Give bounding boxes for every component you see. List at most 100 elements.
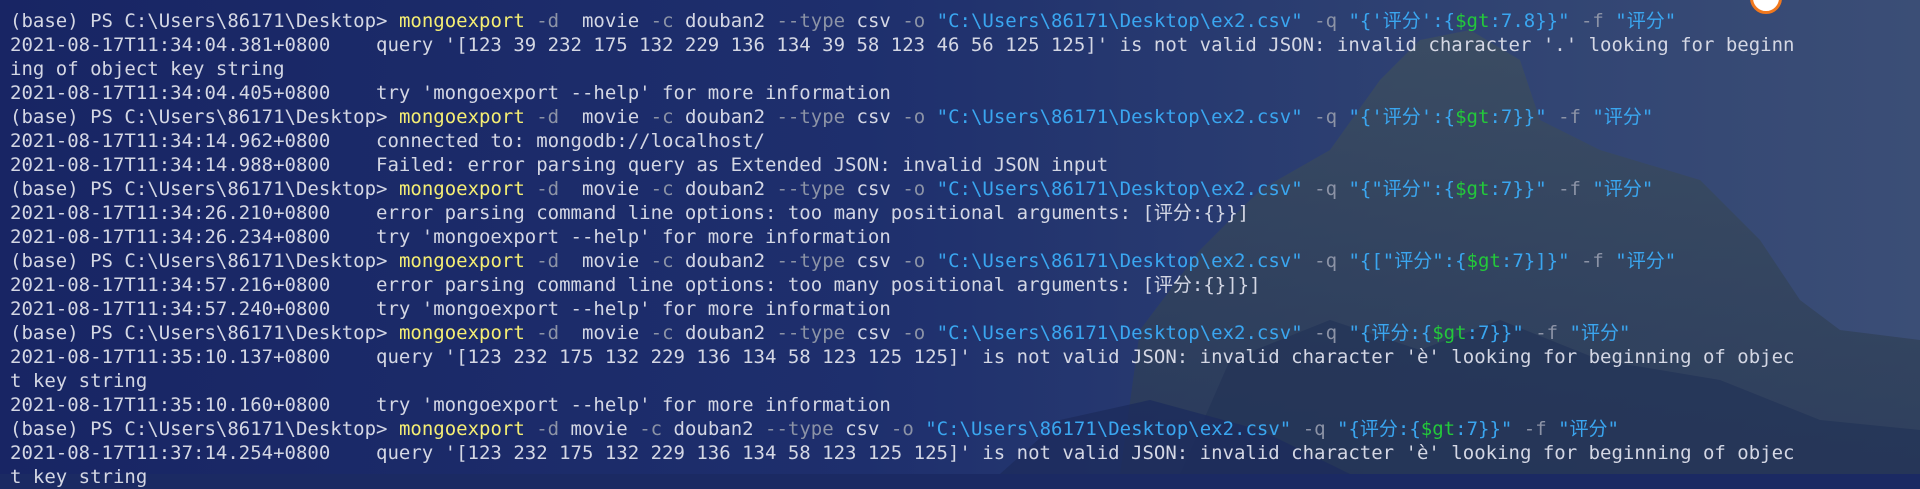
- command-token: -o: [902, 322, 937, 344]
- command-token: :7}]}": [1500, 250, 1581, 272]
- command-token: -q: [1314, 10, 1349, 32]
- command-token: -d: [524, 106, 571, 128]
- command-token: $gt: [1455, 10, 1490, 32]
- shell-prompt: (base) PS C:\Users\86171\Desktop>: [10, 178, 399, 200]
- command-token: --type: [765, 418, 846, 440]
- command-token: "评分": [1615, 250, 1677, 272]
- shell-prompt: (base) PS C:\Users\86171\Desktop>: [10, 322, 399, 344]
- command-token: $gt: [1420, 418, 1456, 440]
- command-token: :7}}": [1455, 418, 1524, 440]
- output-line: 2021-08-17T11:34:26.234+0800 try 'mongoe…: [10, 226, 891, 248]
- output-line: 2021-08-17T11:34:57.240+0800 try 'mongoe…: [10, 298, 891, 320]
- command-token: -q: [1314, 106, 1349, 128]
- command-token: mongoexport: [398, 106, 525, 128]
- terminal-output[interactable]: (base) PS C:\Users\86171\Desktop> mongoe…: [10, 9, 1910, 489]
- command-token: -q: [1314, 322, 1349, 344]
- command-token: $gt: [1455, 106, 1490, 128]
- command-token: -o: [902, 10, 937, 32]
- command-token: "评分": [1569, 322, 1631, 344]
- output-line: 2021-08-17T11:34:14.962+0800 connected t…: [10, 130, 765, 152]
- command-token: -d: [524, 250, 571, 272]
- shell-prompt: (base) PS C:\Users\86171\Desktop>: [10, 10, 399, 32]
- command-token: "评分": [1592, 178, 1654, 200]
- command-token: "评分": [1615, 10, 1677, 32]
- command-token: movie: [570, 106, 651, 128]
- command-token: csv: [856, 250, 903, 272]
- output-line: 2021-08-17T11:35:10.137+0800 query '[123…: [10, 346, 1795, 368]
- output-line: 2021-08-17T11:34:04.405+0800 try 'mongoe…: [10, 82, 891, 104]
- command-token: movie: [570, 178, 651, 200]
- command-token: "C:\Users\86171\Desktop\ex2.csv": [936, 250, 1315, 272]
- output-line: 2021-08-17T11:34:26.210+0800 error parsi…: [10, 202, 1250, 224]
- command-token: :7}}": [1489, 106, 1559, 128]
- command-token: $gt: [1466, 250, 1501, 272]
- command-token: douban2: [684, 178, 777, 200]
- output-line: t key string: [10, 370, 148, 392]
- command-token: movie: [570, 322, 651, 344]
- command-token: $gt: [1432, 322, 1467, 344]
- command-token: -f: [1535, 322, 1570, 344]
- output-line: 2021-08-17T11:34:14.988+0800 Failed: err…: [10, 154, 1109, 176]
- command-token: "{评分:{: [1337, 418, 1421, 440]
- command-line: (base) PS C:\Users\86171\Desktop> mongoe…: [10, 249, 1910, 273]
- command-token: "C:\Users\86171\Desktop\ex2.csv": [936, 322, 1315, 344]
- command-token: csv: [856, 322, 903, 344]
- command-token: douban2: [673, 418, 766, 440]
- command-token: -f: [1558, 178, 1593, 200]
- command-token: "{评分:{: [1348, 322, 1433, 344]
- command-token: douban2: [684, 10, 777, 32]
- command-line: (base) PS C:\Users\86171\Desktop> mongoe…: [10, 321, 1910, 345]
- command-token: "{"评分":{: [1348, 178, 1456, 200]
- command-token: mongoexport: [398, 10, 525, 32]
- command-token: movie: [570, 10, 651, 32]
- shell-prompt: (base) PS C:\Users\86171\Desktop>: [10, 418, 399, 440]
- command-token: -c: [650, 250, 685, 272]
- command-token: -c: [650, 178, 685, 200]
- output-line: t key string: [10, 466, 148, 488]
- command-token: -f: [1558, 106, 1593, 128]
- command-token: "C:\Users\86171\Desktop\ex2.csv": [936, 106, 1315, 128]
- command-token: -d: [524, 10, 571, 32]
- command-token: "评分": [1558, 418, 1619, 440]
- command-token: --type: [776, 250, 857, 272]
- command-token: -q: [1314, 178, 1349, 200]
- command-line: (base) PS C:\Users\86171\Desktop> mongoe…: [10, 177, 1910, 201]
- command-token: -c: [639, 418, 674, 440]
- command-token: -o: [902, 106, 937, 128]
- command-token: douban2: [684, 322, 777, 344]
- command-line: (base) PS C:\Users\86171\Desktop> mongoe…: [10, 105, 1910, 129]
- output-line: 2021-08-17T11:37:14.254+0800 query '[123…: [10, 442, 1795, 464]
- command-token: -q: [1302, 418, 1338, 440]
- command-token: douban2: [684, 106, 777, 128]
- command-token: --type: [776, 178, 857, 200]
- command-token: :7}}": [1489, 178, 1559, 200]
- output-line: 2021-08-17T11:34:57.216+0800 error parsi…: [10, 274, 1261, 296]
- command-token: -d: [524, 418, 571, 440]
- command-token: "{'评分':{: [1348, 106, 1456, 128]
- command-token: -f: [1580, 10, 1616, 32]
- command-token: -d: [524, 322, 571, 344]
- command-token: -f: [1523, 418, 1559, 440]
- command-token: movie: [570, 418, 640, 440]
- command-line: (base) PS C:\Users\86171\Desktop> mongoe…: [10, 9, 1910, 33]
- output-line: 2021-08-17T11:35:10.160+0800 try 'mongoe…: [10, 394, 891, 416]
- command-token: "C:\Users\86171\Desktop\ex2.csv": [925, 418, 1303, 440]
- command-token: --type: [776, 106, 857, 128]
- command-token: -d: [524, 178, 571, 200]
- command-token: csv: [856, 10, 903, 32]
- command-token: movie: [570, 250, 651, 272]
- output-line: ing of object key string: [10, 58, 285, 80]
- command-token: mongoexport: [398, 418, 525, 440]
- command-token: "C:\Users\86171\Desktop\ex2.csv": [936, 178, 1315, 200]
- command-token: "{["评分":{: [1348, 250, 1467, 272]
- command-token: --type: [776, 322, 857, 344]
- output-line: 2021-08-17T11:34:04.381+0800 query '[123…: [10, 34, 1795, 56]
- command-token: -c: [650, 322, 685, 344]
- command-token: -q: [1314, 250, 1349, 272]
- shell-prompt: (base) PS C:\Users\86171\Desktop>: [10, 106, 399, 128]
- command-token: mongoexport: [398, 250, 525, 272]
- command-token: csv: [856, 178, 903, 200]
- command-token: "C:\Users\86171\Desktop\ex2.csv": [936, 10, 1315, 32]
- command-token: $gt: [1455, 178, 1490, 200]
- command-token: -o: [902, 250, 937, 272]
